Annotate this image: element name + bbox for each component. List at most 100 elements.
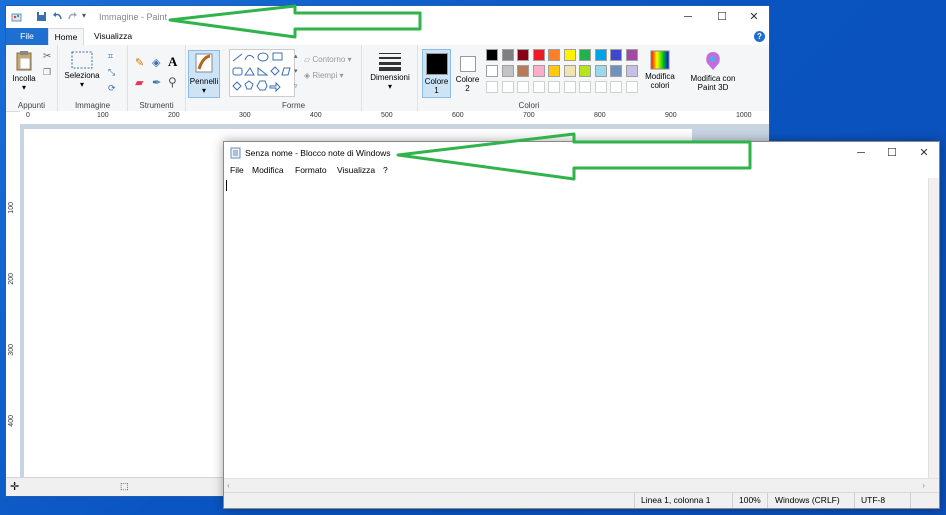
palette-swatch-empty[interactable] [548, 81, 560, 93]
paste-label: Incolla [12, 74, 36, 83]
palette-swatch-empty[interactable] [501, 81, 514, 93]
palette-swatch-empty[interactable] [517, 81, 529, 93]
color1-button[interactable]: Colore 1 [422, 49, 451, 98]
palette-swatch[interactable] [501, 65, 514, 77]
tab-view[interactable]: Visualizza [88, 28, 138, 45]
notepad-menu-bar: File Modifica Formato Visualizza ? [224, 164, 939, 178]
menu-help[interactable]: ? [383, 165, 388, 175]
undo-icon[interactable] [52, 11, 63, 23]
notepad-vertical-scrollbar[interactable] [928, 178, 939, 478]
ruler-label: 200 [8, 273, 15, 285]
outline-icon: ▱ [304, 55, 311, 64]
resize-icon[interactable]: ⤡ [108, 67, 115, 78]
paint3d-label: Modifica con Paint 3D [690, 74, 736, 92]
palette-swatch[interactable] [501, 49, 514, 61]
notepad-title-bar: Senza nome - Blocco note di Windows ─ ☐ … [224, 142, 939, 164]
ruler-label: 500 [381, 112, 393, 119]
status-separator [732, 493, 733, 508]
menu-modifica[interactable]: Modifica [252, 165, 284, 175]
text-caret [226, 180, 227, 191]
palette-swatch[interactable] [594, 49, 607, 61]
palette-swatch[interactable] [625, 65, 638, 77]
notepad-horizontal-scrollbar[interactable]: ‹ › [224, 478, 939, 493]
fill-bucket-icon[interactable]: ◈ [152, 56, 160, 69]
size-button[interactable]: Dimensioni ▾ [364, 51, 416, 91]
paint3d-button[interactable]: Modifica con Paint 3D [684, 50, 742, 92]
palette-swatch-empty[interactable] [563, 81, 576, 93]
palette-swatch-empty[interactable] [594, 81, 607, 93]
palette-swatch-empty[interactable] [532, 81, 545, 93]
palette-swatch[interactable] [610, 49, 622, 61]
redo-icon[interactable] [67, 11, 78, 23]
shapes-gallery[interactable] [229, 49, 295, 97]
fill-button[interactable]: ◈ Riempi ▾ [304, 71, 344, 80]
menu-file[interactable]: File [230, 165, 244, 175]
shapes-scroll[interactable]: ▴ ▾ ▿ [294, 49, 301, 95]
save-icon[interactable] [36, 11, 47, 23]
brushes-button[interactable]: Pennelli ▾ [188, 50, 220, 98]
palette-swatch[interactable] [517, 49, 529, 61]
select-icon [71, 51, 93, 69]
palette-swatch[interactable] [517, 65, 529, 77]
palette-swatch[interactable] [532, 49, 545, 61]
palette-swatch[interactable] [486, 49, 498, 61]
notepad-minimize-button[interactable]: ─ [844, 142, 878, 164]
cut-icon[interactable]: ✂ [43, 51, 51, 62]
select-button[interactable]: Seleziona ▾ [62, 51, 102, 89]
palette-swatch-empty[interactable] [486, 81, 498, 93]
paint-maximize-button[interactable]: ☐ [705, 6, 739, 28]
menu-visualizza[interactable]: Visualizza [337, 165, 375, 175]
scroll-right-icon[interactable]: › [922, 481, 925, 490]
palette-swatch[interactable] [486, 65, 498, 77]
ruler-label: 300 [239, 112, 251, 119]
palette-swatch[interactable] [625, 49, 638, 61]
palette-swatch[interactable] [579, 65, 591, 77]
horizontal-ruler: 0 100 200 300 400 500 600 700 800 900 1000 [20, 111, 769, 125]
color-picker-icon[interactable]: ✒ [152, 76, 161, 89]
paint-minimize-button[interactable]: ─ [671, 6, 705, 28]
notepad-text-area[interactable] [224, 178, 929, 478]
palette-swatch[interactable] [563, 65, 576, 77]
notepad-maximize-button[interactable]: ☐ [875, 142, 909, 164]
select-label: Seleziona [64, 71, 100, 80]
outline-button[interactable]: ▱ Contorno ▾ [304, 55, 352, 64]
quick-access-dropdown-icon[interactable]: ▾ [82, 11, 86, 23]
color2-label: Colore 2 [455, 75, 480, 93]
notepad-window: Senza nome - Blocco note di Windows ─ ☐ … [223, 141, 940, 509]
ruler-label: 100 [8, 202, 15, 214]
palette-swatch[interactable] [579, 49, 591, 61]
palette-swatch[interactable] [610, 65, 622, 77]
tab-file[interactable]: File [6, 28, 48, 45]
palette-swatch-empty[interactable] [579, 81, 591, 93]
edit-colors-button[interactable]: Modifica colori [640, 50, 680, 90]
rotate-icon[interactable]: ⟳ [108, 83, 116, 94]
scroll-left-icon[interactable]: ‹ [227, 481, 230, 490]
paint-ribbon-tabs: File Home Visualizza ? [6, 28, 769, 46]
palette-swatch[interactable] [563, 49, 576, 61]
pencil-icon[interactable]: ✎ [135, 56, 144, 69]
palette-swatch-empty[interactable] [610, 81, 622, 93]
help-icon[interactable]: ? [754, 31, 765, 42]
eraser-icon[interactable]: ▰ [135, 76, 143, 89]
menu-formato[interactable]: Formato [295, 165, 327, 175]
paint-close-button[interactable]: ✕ [737, 6, 769, 28]
magnifier-icon[interactable]: ⚲ [168, 75, 177, 89]
group-tools: ✎ ◈ A ▰ ✒ ⚲ Strumenti [128, 45, 186, 111]
group-image-label: Immagine [74, 101, 111, 110]
tab-home[interactable]: Home [48, 28, 84, 45]
notepad-close-button[interactable]: ✕ [907, 142, 941, 164]
crop-icon[interactable]: ⌗ [108, 51, 113, 62]
palette-swatch-empty[interactable] [625, 81, 638, 93]
color2-swatch [459, 56, 476, 72]
fill-icon: ◈ [304, 71, 311, 80]
palette-swatch[interactable] [548, 49, 560, 61]
copy-icon[interactable]: ❐ [43, 67, 51, 78]
color2-button[interactable]: Colore 2 [453, 49, 482, 98]
palette-swatch[interactable] [594, 65, 607, 77]
outline-label: Contorno [312, 55, 346, 64]
text-tool-icon[interactable]: A [168, 54, 177, 70]
paste-button[interactable]: Incolla ▾ [9, 50, 39, 92]
line-width-icon [379, 53, 401, 71]
palette-swatch[interactable] [532, 65, 545, 77]
palette-swatch[interactable] [548, 65, 560, 77]
